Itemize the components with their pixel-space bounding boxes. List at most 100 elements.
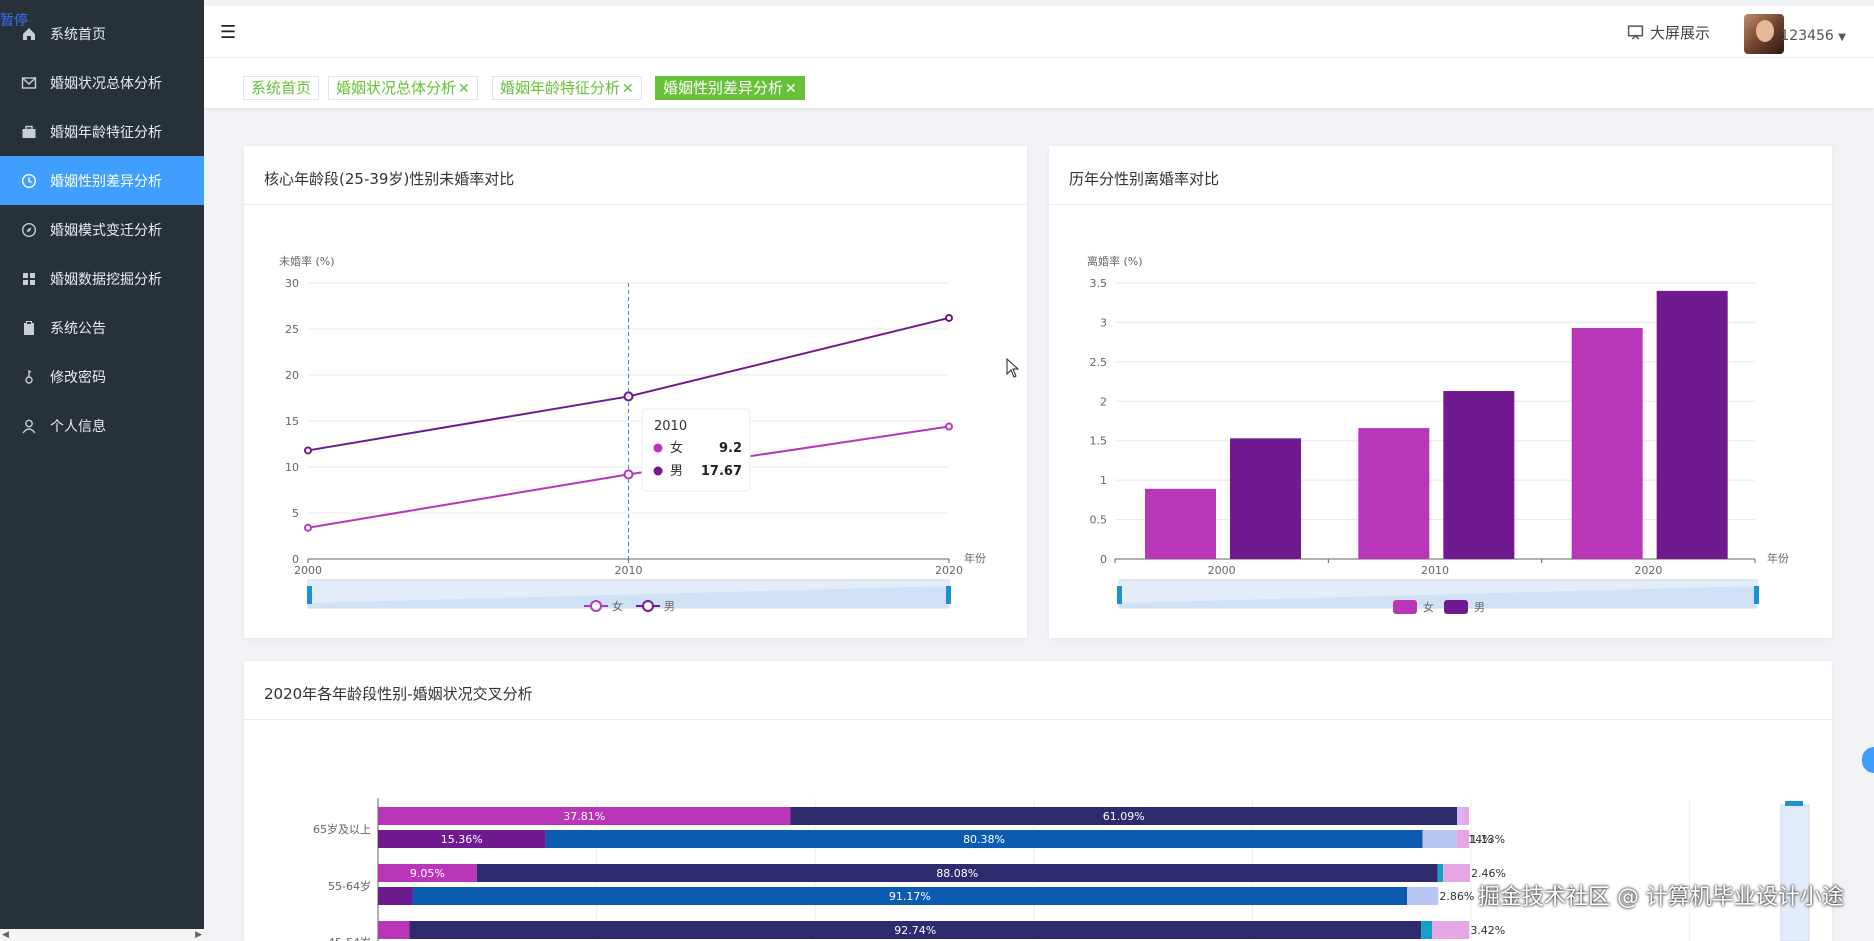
zoom-handle-left — [1117, 586, 1122, 604]
sidebar-item[interactable]: 婚姻性别差异分析 — [0, 156, 204, 205]
y-tick-label: 55-64岁 — [328, 879, 371, 893]
clipboard-icon — [21, 320, 37, 336]
scroll-left-icon[interactable]: ◀ — [2, 930, 9, 940]
y-axis-label: 未婚率 (%) — [279, 254, 335, 268]
y-tick-label: 1.5 — [1090, 435, 1108, 448]
big-screen-label: 大屏展示 — [1649, 24, 1710, 42]
bar — [1443, 391, 1515, 559]
menu-toggle-icon[interactable]: ☰ — [220, 22, 236, 43]
sidebar-item-label: 婚姻状况总体分析 — [50, 75, 162, 92]
close-icon[interactable]: ✕ — [622, 81, 634, 97]
tooltip: 2010 女男 9.2 17.67 — [641, 408, 751, 492]
y-tick-label: 15 — [285, 415, 299, 428]
watermark-text: 掘金技术社区 @ 计算机毕业设计小途 — [1478, 885, 1844, 910]
home-icon — [21, 26, 37, 42]
tooltip-marker — [653, 466, 663, 476]
legend-label: 男 — [664, 600, 675, 613]
y-tick-label: 20 — [285, 369, 299, 382]
stack-segment — [1437, 864, 1444, 882]
sidebar-item[interactable]: 系统首页 — [0, 9, 204, 58]
y-tick-label: 25 — [285, 323, 299, 336]
sidebar-item-label: 婚姻数据挖掘分析 — [50, 271, 162, 288]
sidebar-item-label: 系统首页 — [50, 26, 106, 43]
mail-icon — [21, 75, 37, 91]
sidebar-item[interactable]: 婚姻年龄特征分析 — [0, 107, 204, 156]
scroll-right-icon[interactable]: ▶ — [195, 930, 202, 940]
stack-segment — [1456, 830, 1470, 848]
briefcase-icon — [21, 124, 37, 140]
zoom-handle-right — [1754, 586, 1759, 604]
y-tick-label: 45-54岁 — [328, 935, 371, 941]
zoom-handle-left — [307, 586, 312, 604]
y-tick-label: 2 — [1100, 395, 1107, 408]
tab-tag[interactable]: 婚姻性别差异分析 ✕ — [655, 76, 805, 100]
tooltip-title: 2010 — [654, 419, 687, 434]
y-tick-label: 5 — [292, 507, 299, 520]
tab-tag[interactable]: 系统首页 — [243, 76, 320, 100]
stack-segment — [1463, 807, 1469, 825]
bar — [1358, 428, 1430, 559]
stack-segment — [1421, 921, 1433, 939]
sidebar-item[interactable]: 修改密码 — [0, 352, 204, 401]
data-point — [304, 446, 312, 455]
y-tick-label: 0.5 — [1090, 514, 1108, 527]
legend-marker — [1393, 600, 1417, 614]
y-tick-label: 3 — [1100, 316, 1107, 329]
sidebar-item[interactable]: 婚姻数据挖掘分析 — [0, 254, 204, 303]
x-tick-label: 2010 — [615, 564, 643, 577]
tooltip-series-name: 女 — [670, 440, 683, 456]
divorce-rate-bar-chart[interactable]: 离婚率 (%) 0 0.5 1 1.5 2 2.5 3 3.5 2000 2010 2020 年份女 男 — [1049, 146, 1832, 638]
unmarried-rate-line-chart[interactable]: 未婚率 (%)0510152025302000 2010 2020年份2010女男9… — [244, 146, 1027, 638]
sidebar-item[interactable]: 个人信息 — [0, 401, 204, 450]
stack-segment — [378, 887, 413, 905]
tooltip-value: 17.67 — [701, 464, 742, 479]
clock-icon — [21, 173, 37, 189]
tab-tag-label: 婚姻年龄特征分析 — [500, 79, 621, 97]
data-point — [945, 313, 953, 322]
bar — [1656, 290, 1728, 559]
tooltip-value: 9.2 — [719, 441, 742, 456]
sidebar-item[interactable]: 婚姻模式变迁分析 — [0, 205, 204, 254]
segment-label: 61.09% — [1103, 810, 1145, 823]
username-text: 123456 — [1780, 28, 1834, 44]
y-tick-label: 30 — [285, 277, 299, 290]
monitor-icon — [1627, 25, 1644, 40]
sidebar-scrollbar[interactable]: ◀ ▶ — [0, 929, 204, 941]
sidebar-item[interactable]: 系统公告 — [0, 303, 204, 352]
sidebar-item-label: 个人信息 — [50, 418, 106, 435]
tab-tag[interactable]: 婚姻状况总体分析 ✕ — [328, 76, 478, 100]
segment-label: 2.86% — [1439, 890, 1474, 903]
y-tick-label: 10 — [285, 461, 299, 474]
data-point — [945, 422, 953, 431]
sidebar-item[interactable]: 婚姻状况总体分析 — [0, 58, 204, 107]
y-tick-label: 0 — [1100, 553, 1107, 566]
y-axis-label: 离婚率 (%) — [1087, 254, 1143, 268]
x-tick-label: 2010 — [1421, 564, 1449, 577]
sidebar-item-label: 婚姻年龄特征分析 — [50, 124, 162, 141]
sidebar: 暂停 系统首页 婚姻状况总体分析 婚姻年龄特征分析 婚姻性别差异分析 婚姻模式变迁分析婚… — [0, 0, 204, 941]
legend-marker — [590, 600, 602, 612]
legend-marker — [1444, 600, 1468, 614]
tooltip-marker — [653, 443, 663, 453]
sidebar-item-label: 婚姻性别差异分析 — [50, 173, 162, 190]
tab-tag[interactable]: 婚姻年龄特征分析 ✕ — [492, 76, 642, 100]
tab-tag-label: 婚姻状况总体分析 — [336, 79, 457, 97]
segment-label: 91.17% — [889, 890, 931, 903]
big-screen-button[interactable]: 大屏展示 — [1627, 22, 1710, 43]
y-tick-label: 2.5 — [1090, 356, 1108, 369]
close-icon[interactable]: ✕ — [785, 81, 797, 97]
sidebar-item-label: 修改密码 — [50, 369, 106, 386]
segment-label: 88.08% — [936, 867, 978, 880]
y-tick-label: 1 — [1100, 474, 1107, 487]
floating-side-button[interactable] — [1862, 747, 1874, 773]
x-axis-label: 年份 — [1767, 551, 1789, 565]
segment-label: 92.74% — [894, 924, 936, 937]
username-dropdown[interactable]: 123456 ▼ — [1780, 28, 1846, 44]
close-icon[interactable]: ✕ — [458, 81, 470, 97]
data-point — [623, 469, 634, 480]
sidebar-item-label: 婚姻模式变迁分析 — [50, 222, 162, 239]
tab-tag-label: 婚姻性别差异分析 — [663, 79, 784, 97]
data-point — [623, 391, 634, 402]
bar-chart-card: 历年分性别离婚率对比 离婚率 (%) 0 0.5 1 1.5 2 2.5 3 3.5 2000 20… — [1049, 146, 1832, 638]
avatar[interactable] — [1744, 14, 1784, 54]
